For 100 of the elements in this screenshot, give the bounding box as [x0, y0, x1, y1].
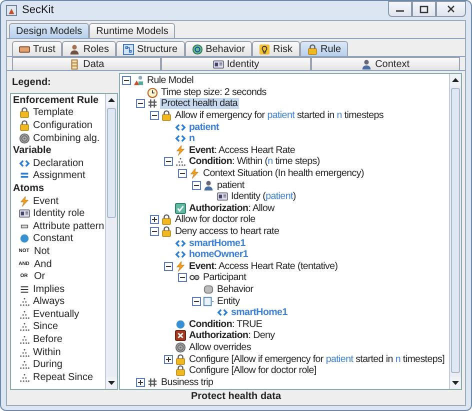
collapse-toggle[interactable]: [150, 111, 159, 120]
legend-item: During: [33, 358, 62, 372]
tree-item[interactable]: Context Situation (In health emergency): [202, 168, 365, 180]
maximize-button[interactable]: [412, 1, 436, 17]
tree-item[interactable]: Business trip: [160, 376, 214, 388]
implies-icon: [19, 284, 30, 295]
legend-heading: Atoms: [13, 182, 44, 196]
tree-item[interactable]: Allow if emergency for patient started in n timesteps: [174, 110, 384, 122]
collapse-toggle[interactable]: [122, 76, 131, 86]
up-arrow-icon: [452, 78, 459, 82]
dot-pyramid-icon: [19, 372, 30, 383]
lock-icon: [19, 120, 30, 131]
tree-item[interactable]: homeOwner1: [188, 249, 250, 260]
app-icon: [6, 5, 17, 16]
lightning-icon: [175, 144, 186, 156]
tree-item[interactable]: Time step size: 2 seconds: [160, 86, 268, 98]
legend-item: Constant: [33, 232, 74, 246]
legend-item: Assignment: [33, 169, 86, 184]
scroll-up-button[interactable]: [106, 94, 117, 106]
lock-icon: [161, 110, 172, 122]
expand-toggle[interactable]: [164, 354, 173, 364]
tab[interactable]: Runtime Models: [89, 23, 176, 38]
window-title: SecKit: [22, 3, 54, 18]
tab[interactable]: Design Models: [9, 23, 90, 38]
tree-item[interactable]: Condition: Within (n time steps): [188, 156, 321, 168]
checkmark-icon: [175, 202, 186, 214]
person-icon: [203, 180, 214, 191]
scroll-down-button[interactable]: [450, 377, 461, 389]
scroll-down-button[interactable]: [106, 377, 117, 389]
code-brackets-icon: [175, 122, 186, 133]
collapse-toggle[interactable]: [192, 180, 201, 190]
tree-item[interactable]: Rule Model: [146, 75, 195, 86]
tree-item[interactable]: Deny access to heart rate: [174, 226, 280, 238]
code-brackets-icon: [175, 238, 186, 249]
clock-icon: [147, 86, 158, 98]
tree-item[interactable]: Allow for doctor role: [174, 214, 256, 226]
cycle-icon: [192, 44, 203, 54]
minimize-button[interactable]: [388, 1, 412, 17]
tree-item[interactable]: smartHome1: [188, 238, 246, 249]
lock-icon: [161, 214, 172, 226]
grid-icon: [147, 376, 158, 388]
legend-item: Attribute pattern: [33, 220, 104, 234]
expand-toggle[interactable]: [150, 215, 159, 224]
scroll-up-button[interactable]: [450, 74, 461, 86]
tree-item[interactable]: Authorization: Allow: [188, 202, 276, 214]
tab[interactable]: Roles: [62, 41, 116, 56]
tab[interactable]: Context: [310, 57, 460, 70]
tab[interactable]: Rule: [300, 41, 348, 56]
tree-item[interactable]: smartHome1: [230, 307, 288, 318]
tab[interactable]: Data: [12, 57, 162, 70]
close-button[interactable]: [436, 1, 466, 17]
tree-item[interactable]: Allow overrides: [188, 342, 252, 353]
tree-item[interactable]: Configure [Allow if emergency for patient started in n timesteps]: [188, 354, 446, 365]
lightning-icon: [175, 260, 186, 272]
collapse-toggle[interactable]: [178, 169, 187, 178]
collapse-toggle[interactable]: [178, 273, 187, 282]
tree-item[interactable]: Event: Access Heart Rate: [188, 144, 296, 156]
tab[interactable]: Structure: [116, 41, 185, 56]
id-card-icon: [19, 208, 30, 220]
tree-item[interactable]: Condition: TRUE: [188, 318, 264, 330]
tab[interactable]: Identity: [161, 57, 311, 70]
legend-item: Within: [33, 346, 61, 360]
legend-item: Since: [33, 320, 58, 334]
legend-item: Repeat Since: [33, 370, 94, 385]
tree-item[interactable]: Identity (patient): [230, 191, 297, 202]
tab[interactable]: Risk: [252, 41, 300, 56]
dot-pyramid-icon: [19, 321, 30, 332]
up-arrow-icon: [108, 98, 115, 102]
maximize-icon: [417, 4, 431, 14]
collapse-toggle[interactable]: [164, 157, 173, 166]
x-mark-icon: [175, 330, 186, 342]
tree-item[interactable]: Configure [Allow for doctor role]: [188, 365, 318, 376]
collapse-toggle[interactable]: [136, 99, 145, 108]
legend-item: Configuration: [33, 118, 92, 133]
collapse-toggle[interactable]: [150, 227, 159, 236]
bulb-icon: [259, 44, 270, 54]
expand-toggle[interactable]: [136, 378, 145, 387]
collapse-toggle[interactable]: [192, 296, 201, 306]
scrollbar-thumb[interactable]: [451, 88, 460, 373]
legend-heading: Variable: [13, 144, 52, 158]
tab[interactable]: Behavior: [184, 41, 252, 56]
tab[interactable]: Trust: [12, 41, 62, 56]
model-icon: [133, 75, 144, 86]
lock-icon: [175, 354, 186, 365]
circle-icon: [175, 318, 186, 330]
tree-item[interactable]: Entity: [216, 296, 241, 307]
tree-item[interactable]: patient: [188, 122, 220, 133]
collapse-toggle[interactable]: [164, 262, 173, 271]
lock-icon: [175, 365, 186, 376]
tree-item[interactable]: Authorization: Deny: [188, 330, 276, 342]
tree-item[interactable]: Participant: [202, 272, 247, 284]
tree-item[interactable]: patient: [216, 180, 246, 191]
tree-item[interactable]: Behavior: [216, 284, 254, 295]
dot-pyramid-icon: [19, 296, 30, 308]
tree-item[interactable]: Event: Access Heart Rate (tentative): [188, 260, 339, 272]
legend-item: Event: [33, 194, 59, 208]
tree-item[interactable]: n: [188, 133, 196, 144]
scrollbar-thumb[interactable]: [107, 108, 116, 218]
square-icon: [203, 296, 214, 307]
tree-item[interactable]: Protect health data: [160, 98, 239, 110]
